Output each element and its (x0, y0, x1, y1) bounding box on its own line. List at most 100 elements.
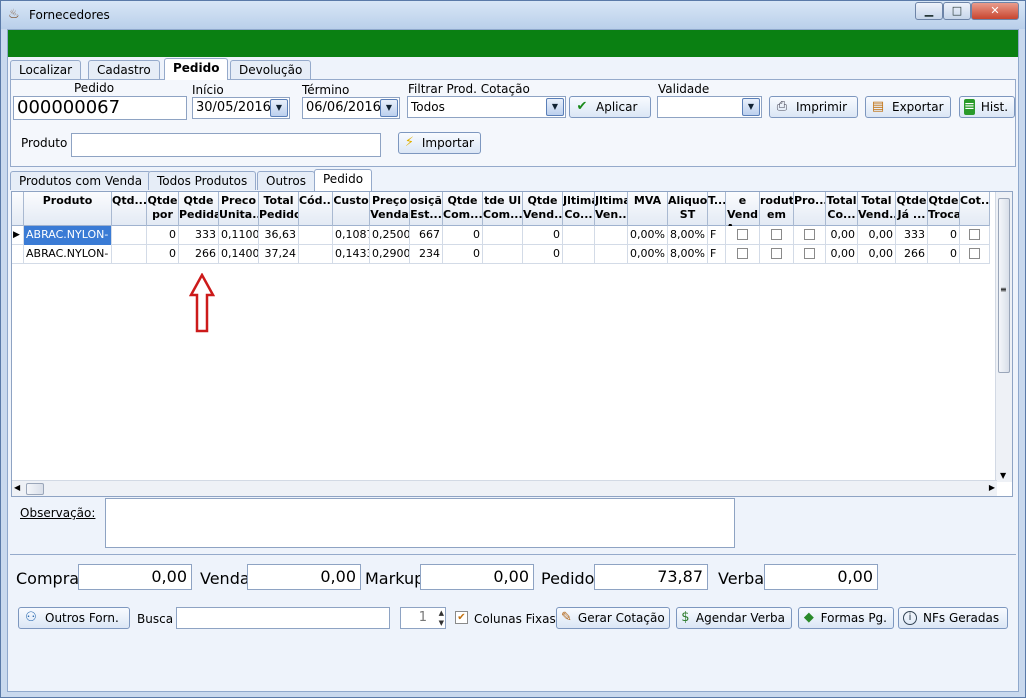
table-cell[interactable] (299, 226, 333, 245)
table-cell[interactable]: 0,2500 (370, 226, 410, 245)
table-cell[interactable]: 8,00% (668, 226, 708, 245)
column-header[interactable]: Preco Unita... (219, 192, 259, 226)
table-cell[interactable] (794, 226, 826, 245)
tab-pedido[interactable]: Pedido (164, 58, 229, 80)
column-header[interactable]: Jltima Ven... (595, 192, 628, 226)
chevron-down-icon[interactable]: ▼ (380, 99, 398, 117)
gerar-cotacao-button[interactable]: ✎ Gerar Cotação (556, 607, 670, 629)
table-cell[interactable]: 266 (179, 245, 219, 264)
agendar-verba-button[interactable]: $ Agendar Verba (676, 607, 792, 629)
outros-forn-button[interactable]: ⚇ Outros Forn. (18, 607, 130, 629)
column-header[interactable]: Total Pedido (259, 192, 299, 226)
table-cell[interactable] (112, 226, 147, 245)
pedido-number-field[interactable]: 000000067 (13, 96, 187, 120)
column-header[interactable]: tde Ul Com... (483, 192, 523, 226)
table-cell[interactable]: 0 (523, 245, 563, 264)
column-header[interactable]: Qtde Já ... (896, 192, 928, 226)
chevron-down-icon[interactable]: ▼ (270, 99, 288, 117)
table-cell[interactable]: 0,2900 (370, 245, 410, 264)
minimize-button[interactable]: ▁ (915, 2, 943, 20)
aplicar-button[interactable]: ✔ Aplicar (569, 96, 651, 118)
verba-field[interactable]: 0,00 (764, 564, 878, 590)
pedido-total-field[interactable]: 73,87 (594, 564, 708, 590)
column-header[interactable]: Qtde Pedida (179, 192, 219, 226)
table-cell[interactable]: F (708, 245, 726, 264)
filtrar-select[interactable]: Todos ▼ (407, 96, 566, 118)
column-header[interactable]: T... (708, 192, 726, 226)
row-checkbox[interactable] (737, 248, 748, 259)
chevron-down-icon[interactable]: ▼ (742, 98, 760, 116)
table-cell[interactable] (760, 245, 794, 264)
table-cell[interactable] (726, 245, 760, 264)
table-cell[interactable]: 0 (928, 226, 960, 245)
table-cell[interactable]: 0,00 (826, 226, 858, 245)
table-cell[interactable]: 333 (179, 226, 219, 245)
table-cell[interactable]: ABRAC.NYLON- (24, 245, 112, 264)
table-cell[interactable]: 0,00 (858, 226, 896, 245)
table-cell[interactable] (595, 245, 628, 264)
horizontal-scroll-thumb[interactable] (26, 483, 44, 495)
table-cell[interactable]: 234 (410, 245, 443, 264)
table-cell[interactable] (563, 226, 595, 245)
termino-date-field[interactable]: 06/06/2016 ▼ (302, 97, 400, 119)
table-cell[interactable]: 333 (896, 226, 928, 245)
table-cell[interactable]: 0 (147, 245, 179, 264)
table-cell[interactable]: F (708, 226, 726, 245)
close-button[interactable]: ✕ (971, 2, 1019, 20)
compra-field[interactable]: 0,00 (78, 564, 192, 590)
table-cell[interactable]: 0,00 (826, 245, 858, 264)
nfs-geradas-button[interactable]: i NFs Geradas (898, 607, 1008, 629)
table-cell[interactable] (960, 245, 990, 264)
table-cell[interactable]: 0 (443, 226, 483, 245)
table-cell[interactable] (726, 226, 760, 245)
table-cell[interactable] (960, 226, 990, 245)
table-cell[interactable]: 36,63 (259, 226, 299, 245)
column-header[interactable]: Total Co... (826, 192, 858, 226)
table-cell[interactable]: 0,1100 (219, 226, 259, 245)
table-cell[interactable]: 0 (147, 226, 179, 245)
table-cell[interactable]: 266 (896, 245, 928, 264)
row-checkbox[interactable] (737, 229, 748, 240)
table-cell[interactable] (760, 226, 794, 245)
column-header[interactable]: osiçã Est... (410, 192, 443, 226)
formas-pg-button[interactable]: ◆ Formas Pg. (798, 607, 894, 629)
table-cell[interactable]: 0,00% (628, 245, 668, 264)
table-cell[interactable]: 8,00% (668, 245, 708, 264)
table-cell[interactable]: 0,1433 (333, 245, 370, 264)
importar-button[interactable]: ⚡ Importar (398, 132, 481, 154)
table-cell[interactable]: 0 (443, 245, 483, 264)
table-cell[interactable] (563, 245, 595, 264)
column-header[interactable]: Qtde Com... (443, 192, 483, 226)
table-cell[interactable] (483, 226, 523, 245)
table-cell[interactable] (794, 245, 826, 264)
tab-localizar[interactable]: Localizar (10, 60, 82, 80)
column-header[interactable]: MVA (628, 192, 668, 226)
row-checkbox[interactable] (969, 248, 980, 259)
table-cell[interactable]: 0 (928, 245, 960, 264)
table-cell[interactable]: ABRAC.NYLON- (24, 226, 112, 245)
tab-cadastro[interactable]: Cadastro (88, 60, 160, 80)
subtab-produtos-com-venda[interactable]: Produtos com Venda (10, 171, 152, 190)
tab-devolucao[interactable]: Devolução (230, 60, 312, 80)
table-cell[interactable]: 667 (410, 226, 443, 245)
row-checkbox[interactable] (771, 248, 782, 259)
row-checkbox[interactable] (771, 229, 782, 240)
column-header[interactable]: Cot... (960, 192, 990, 226)
table-row[interactable]: ABRAC.NYLON- 0 266 0,1400 37,24 0,1433 0,2900 2… (12, 245, 990, 264)
hist-button[interactable]: ≡ Hist. (959, 96, 1015, 118)
busca-input[interactable] (176, 607, 390, 629)
spin-arrows-icon[interactable]: ▲ ▼ (439, 608, 444, 628)
exportar-button[interactable]: ▤ Exportar (865, 96, 951, 118)
subtab-pedido[interactable]: Pedido (314, 169, 373, 191)
horizontal-scrollbar[interactable]: ◀ ▶ (12, 480, 997, 496)
column-header[interactable]: Qtd... (112, 192, 147, 226)
venda-field[interactable]: 0,00 (247, 564, 361, 590)
table-cell[interactable]: 0,00% (628, 226, 668, 245)
table-cell[interactable]: 37,24 (259, 245, 299, 264)
table-cell[interactable]: 0,00 (858, 245, 896, 264)
spin-field[interactable]: 1 ▲ ▼ (400, 607, 446, 629)
maximize-button[interactable]: □ (943, 2, 971, 20)
column-header[interactable]: e Vend Apo... (726, 192, 760, 226)
column-header[interactable]: Preço Venda (370, 192, 410, 226)
inicio-date-field[interactable]: 30/05/2016 ▼ (192, 97, 290, 119)
